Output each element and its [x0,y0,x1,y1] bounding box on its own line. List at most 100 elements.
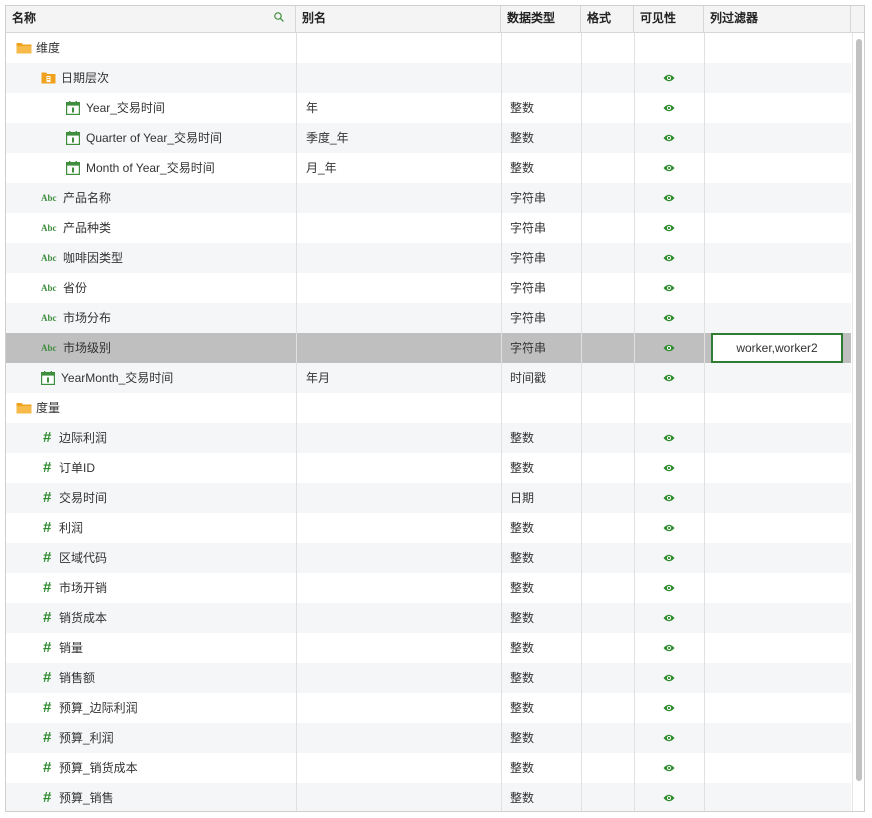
eye-icon[interactable] [663,524,675,532]
column-filter-cell[interactable] [704,123,851,153]
alias-cell[interactable] [306,513,496,543]
eye-icon[interactable] [663,734,675,742]
field-name-cell[interactable]: Abc 市场分布 [6,303,296,333]
column-filter-input[interactable]: worker,worker2 [711,333,843,363]
field-row[interactable]: # 交易时间 日期 [6,483,851,513]
field-row[interactable]: # 市场开销 整数 [6,573,851,603]
alias-cell[interactable]: 年 [306,93,496,123]
search-icon[interactable] [274,12,284,22]
eye-icon[interactable] [663,614,675,622]
field-row[interactable]: # 销售额 整数 [6,663,851,693]
alias-cell[interactable] [306,453,496,483]
field-name-cell[interactable]: # 销量 [6,633,296,663]
field-name-cell[interactable]: # 预算_销货成本 [6,753,296,783]
column-header-data-type[interactable]: 数据类型 [501,6,581,32]
alias-cell[interactable] [306,33,496,63]
column-header-column-filter[interactable]: 列过滤器 [704,6,851,32]
field-name-cell[interactable]: # 订单ID [6,453,296,483]
column-filter-cell[interactable] [704,273,851,303]
alias-cell[interactable] [306,483,496,513]
field-row[interactable]: Abc 咖啡因类型 字符串 [6,243,851,273]
alias-cell[interactable]: 季度_年 [306,123,496,153]
field-row[interactable]: # 销货成本 整数 [6,603,851,633]
column-filter-cell[interactable] [704,183,851,213]
eye-icon[interactable] [663,224,675,232]
field-name-cell[interactable]: # 销货成本 [6,603,296,633]
alias-cell[interactable] [306,633,496,663]
field-row[interactable]: Abc 产品种类 字符串 [6,213,851,243]
column-filter-cell[interactable] [704,213,851,243]
column-filter-cell[interactable] [704,663,851,693]
field-name-cell[interactable]: Year_交易时间 [6,93,296,123]
alias-cell[interactable] [306,783,496,811]
field-row[interactable]: # 预算_销货成本 整数 [6,753,851,783]
alias-cell[interactable] [306,63,496,93]
eye-icon[interactable] [663,134,675,142]
field-row[interactable]: Quarter of Year_交易时间 季度_年 整数 [6,123,851,153]
alias-cell[interactable] [306,573,496,603]
column-filter-cell[interactable] [704,453,851,483]
field-name-cell[interactable]: Abc 咖啡因类型 [6,243,296,273]
eye-icon[interactable] [663,164,675,172]
eye-icon[interactable] [663,704,675,712]
field-name-cell[interactable]: 日期层次 [6,63,296,93]
alias-cell[interactable] [306,603,496,633]
field-name-cell[interactable]: # 交易时间 [6,483,296,513]
column-filter-cell[interactable] [704,303,851,333]
field-name-cell[interactable]: Month of Year_交易时间 [6,153,296,183]
column-header-name[interactable]: 名称 [6,6,296,32]
field-row[interactable]: # 区域代码 整数 [6,543,851,573]
field-row[interactable]: # 边际利润 整数 [6,423,851,453]
column-filter-cell[interactable] [704,633,851,663]
field-row[interactable]: Year_交易时间 年整数 [6,93,851,123]
column-filter-cell[interactable] [704,483,851,513]
alias-cell[interactable] [306,273,496,303]
column-filter-cell[interactable] [704,33,851,63]
column-filter-cell[interactable] [704,723,851,753]
alias-cell[interactable] [306,243,496,273]
column-filter-cell[interactable] [704,513,851,543]
alias-cell[interactable] [306,543,496,573]
field-row[interactable]: YearMonth_交易时间 年月 时间戳 [6,363,851,393]
field-name-cell[interactable]: Abc 产品种类 [6,213,296,243]
field-name-cell[interactable]: # 利润 [6,513,296,543]
field-name-cell[interactable]: # 边际利润 [6,423,296,453]
field-name-cell[interactable]: Quarter of Year_交易时间 [6,123,296,153]
column-filter-cell[interactable] [704,93,851,123]
eye-icon[interactable] [663,434,675,442]
eye-icon[interactable] [663,344,675,352]
column-filter-cell[interactable] [704,153,851,183]
column-filter-cell[interactable] [704,603,851,633]
field-name-cell[interactable]: # 市场开销 [6,573,296,603]
field-row[interactable]: Abc 产品名称 字符串 [6,183,851,213]
eye-icon[interactable] [663,464,675,472]
field-name-cell[interactable]: # 预算_利润 [6,723,296,753]
column-filter-cell[interactable] [704,393,851,423]
column-filter-cell[interactable] [704,783,851,811]
alias-cell[interactable]: 年月 [306,363,496,393]
field-row[interactable]: # 利润 整数 [6,513,851,543]
eye-icon[interactable] [663,254,675,262]
field-row[interactable]: # 预算_利润 整数 [6,723,851,753]
alias-cell[interactable] [306,183,496,213]
field-row[interactable]: # 预算_边际利润 整数 [6,693,851,723]
alias-cell[interactable] [306,213,496,243]
alias-cell[interactable] [306,423,496,453]
field-name-cell[interactable]: Abc 省份 [6,273,296,303]
eye-icon[interactable] [663,584,675,592]
field-row[interactable]: Abc 市场分布 字符串 [6,303,851,333]
field-row[interactable]: # 预算_销售 整数 [6,783,851,811]
scrollbar-thumb[interactable] [856,39,862,781]
column-header-alias[interactable]: 别名 [296,6,501,32]
alias-cell[interactable] [306,303,496,333]
field-name-cell[interactable]: 度量 [6,393,296,423]
field-name-cell[interactable]: # 预算_边际利润 [6,693,296,723]
column-filter-cell[interactable]: worker,worker2 [704,333,851,363]
field-row[interactable]: Month of Year_交易时间 月_年 整数 [6,153,851,183]
field-name-cell[interactable]: Abc 产品名称 [6,183,296,213]
eye-icon[interactable] [663,314,675,322]
field-name-cell[interactable]: # 预算_销售 [6,783,296,811]
field-row[interactable]: 日期层次 [6,63,851,93]
eye-icon[interactable] [663,794,675,802]
alias-cell[interactable] [306,663,496,693]
